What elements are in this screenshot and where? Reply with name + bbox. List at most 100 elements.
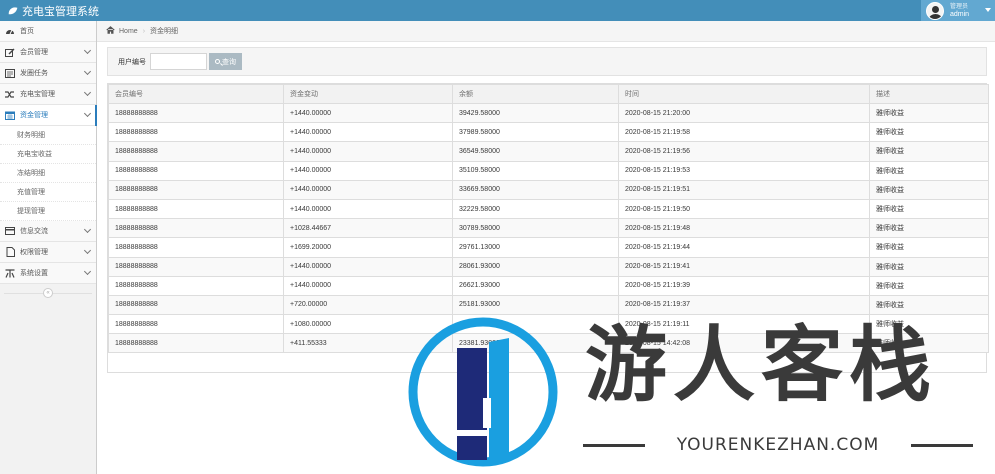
user-id-input[interactable] bbox=[150, 53, 207, 70]
sidebar-subitem-frozen-detail[interactable]: 冻结明细 bbox=[0, 164, 96, 183]
sidebar-item-powerbank[interactable]: 充电宝管理 bbox=[0, 84, 96, 105]
sidebar-item-label: 发圈任务 bbox=[20, 70, 48, 77]
search-button-label: 查询 bbox=[222, 58, 236, 66]
double-chevron-left-icon[interactable]: « bbox=[43, 288, 53, 298]
cell-time: 2020-08-15 21:19:50 bbox=[618, 198, 870, 220]
table-row: 18888888888 +1028.44667 30789.58000 2020-08… bbox=[108, 218, 989, 239]
fund-detail-table: 会员编号 资金变动 余额 时间 描述 18888888888 +1440.0000… bbox=[107, 83, 989, 373]
cell-time: 2020-08-15 21:19:51 bbox=[618, 179, 870, 200]
cell-member-id: 18888888888 bbox=[108, 102, 284, 124]
sidebar-item-label: 会员管理 bbox=[20, 49, 48, 56]
cell-time: 2020-08-15 21:20:00 bbox=[618, 102, 870, 124]
credit-card-icon bbox=[5, 227, 15, 236]
column-header-balance[interactable]: 余额 bbox=[452, 84, 619, 104]
table-body: 18888888888 +1440.00000 39429.58000 2020-08… bbox=[108, 102, 989, 354]
sidebar-item-label: 信息交流 bbox=[20, 228, 48, 235]
cell-member-id: 18888888888 bbox=[108, 314, 284, 335]
sidebar-subitem-withdraw[interactable]: 提现管理 bbox=[0, 202, 96, 221]
sidebar-item-members[interactable]: 会员管理 bbox=[0, 42, 96, 63]
cell-balance: 35109.58000 bbox=[452, 160, 619, 181]
sidebar-item-permissions[interactable]: 权限管理 bbox=[0, 242, 96, 263]
sidebar-item-label: 权限管理 bbox=[20, 249, 48, 256]
cell-time: 2020-08-15 21:19:41 bbox=[618, 256, 870, 277]
cell-description: 雅师收益 bbox=[869, 294, 989, 316]
sidebar-item-label: 首页 bbox=[20, 28, 34, 35]
calendar-icon bbox=[5, 111, 15, 120]
sidebar-item-tasks[interactable]: 发圈任务 bbox=[0, 63, 96, 84]
breadcrumb-home-link[interactable]: Home bbox=[119, 28, 138, 35]
cell-member-id: 18888888888 bbox=[108, 237, 284, 258]
dashboard-icon bbox=[5, 27, 15, 36]
table-row: 18888888888 +1440.00000 37989.58000 2020-08… bbox=[108, 122, 989, 143]
cell-time: 2020-08-15 21:19:56 bbox=[618, 141, 870, 162]
chevron-down-icon bbox=[83, 109, 92, 118]
cell-time: 2020-08-15 21:19:48 bbox=[618, 218, 870, 239]
cell-fund-change: +1440.00000 bbox=[283, 122, 453, 143]
cell-description: 雅师收益 bbox=[869, 102, 989, 124]
search-button[interactable]: 查询 bbox=[209, 53, 242, 70]
sidebar-item-label: 资金管理 bbox=[20, 112, 48, 119]
cell-member-id: 18888888888 bbox=[108, 256, 284, 277]
cell-fund-change: +1440.00000 bbox=[283, 179, 453, 200]
chevron-down-icon bbox=[83, 46, 92, 55]
sidebar-item-messages[interactable]: 信息交流 bbox=[0, 221, 96, 242]
cell-description: 雅师收益 bbox=[869, 160, 989, 181]
sidebar-item-label: 系统设置 bbox=[20, 270, 48, 277]
cell-balance: 30789.58000 bbox=[452, 218, 619, 239]
leaf-icon bbox=[8, 6, 18, 14]
column-header-change[interactable]: 资金变动 bbox=[283, 84, 453, 104]
cell-time: 2020-08-15 14:42:08 bbox=[618, 333, 870, 354]
cell-fund-change: +1440.00000 bbox=[283, 198, 453, 220]
cell-fund-change: +1440.00000 bbox=[283, 102, 453, 124]
chevron-down-icon bbox=[83, 267, 92, 276]
cell-balance: 37989.58000 bbox=[452, 122, 619, 143]
sidebar-item-home[interactable]: 首页 bbox=[0, 21, 96, 42]
cell-fund-change: +1440.00000 bbox=[283, 160, 453, 181]
sidebar-item-settings[interactable]: 系统设置 bbox=[0, 263, 96, 284]
app-title: 充电宝管理系统 bbox=[22, 5, 99, 18]
cell-balance: 28061.93000 bbox=[452, 256, 619, 277]
cell-description: 雅师收益 bbox=[869, 256, 989, 277]
app-brand[interactable]: 充电宝管理系统 bbox=[8, 3, 99, 18]
shuffle-icon bbox=[5, 90, 15, 99]
table-row: 18888888888 +1440.00000 39429.58000 2020-08… bbox=[108, 102, 989, 124]
main-content: 用户编号 查询 会员编号 资金变动 余额 时间 描述 18888888888 +1… bbox=[97, 42, 995, 474]
cell-balance: 23381.93000 bbox=[452, 333, 619, 354]
table-row: 18888888888 +1440.00000 35109.58000 2020-08… bbox=[108, 160, 989, 181]
sidebar: 首页 会员管理 发圈任务 充电宝管理 资金管理 财务明细 充电宝收益 冻结明细 … bbox=[0, 21, 97, 474]
tools-icon bbox=[5, 268, 15, 278]
cell-description: 雅师收益 bbox=[869, 141, 989, 162]
table-header-row: 会员编号 资金变动 余额 时间 描述 bbox=[108, 84, 989, 104]
cell-member-id: 18888888888 bbox=[108, 122, 284, 143]
breadcrumb-current: 资金明细 bbox=[150, 28, 179, 35]
sidebar-item-funds[interactable]: 资金管理 bbox=[0, 105, 97, 126]
chevron-down-icon bbox=[83, 225, 92, 234]
table-row: 18888888888 +1440.00000 33669.58000 2020-08… bbox=[108, 179, 989, 200]
sidebar-subitem-powerbank-income[interactable]: 充电宝收益 bbox=[0, 145, 96, 164]
sidebar-subitem-finance-detail[interactable]: 财务明细 bbox=[0, 126, 96, 145]
cell-time: 2020-08-15 21:19:53 bbox=[618, 160, 870, 181]
table-row: 18888888888 +1440.00000 32229.58000 2020-08… bbox=[108, 198, 989, 220]
cell-description: 雅师收益 bbox=[869, 333, 989, 354]
table-row: 18888888888 +1080.00000 24461.93000 2020-08… bbox=[108, 314, 989, 335]
cell-balance: 24461.93000 bbox=[452, 314, 619, 335]
cell-description: 雅师收益 bbox=[869, 179, 989, 200]
cell-fund-change: +1440.00000 bbox=[283, 141, 453, 162]
user-menu[interactable]: 管理员 admin bbox=[921, 0, 995, 21]
column-header-description[interactable]: 描述 bbox=[869, 84, 989, 104]
chevron-down-icon bbox=[83, 67, 92, 76]
search-panel: 用户编号 查询 bbox=[107, 47, 987, 76]
cell-time: 2020-08-15 21:19:58 bbox=[618, 122, 870, 143]
cell-time: 2020-08-15 21:19:11 bbox=[618, 314, 870, 335]
user-name: admin bbox=[950, 10, 970, 18]
cell-member-id: 18888888888 bbox=[108, 333, 284, 354]
sidebar-collapse-toggle[interactable]: « bbox=[0, 284, 96, 302]
column-header-time[interactable]: 时间 bbox=[618, 84, 870, 104]
list-icon bbox=[5, 68, 15, 78]
column-header-member-id[interactable]: 会员编号 bbox=[108, 84, 284, 104]
cell-balance: 32229.58000 bbox=[452, 198, 619, 220]
table-row: 18888888888 +720.00000 25181.93000 2020-08-… bbox=[108, 294, 989, 316]
cell-member-id: 18888888888 bbox=[108, 294, 284, 316]
file-icon bbox=[5, 247, 15, 257]
sidebar-subitem-recharge[interactable]: 充值管理 bbox=[0, 183, 96, 202]
